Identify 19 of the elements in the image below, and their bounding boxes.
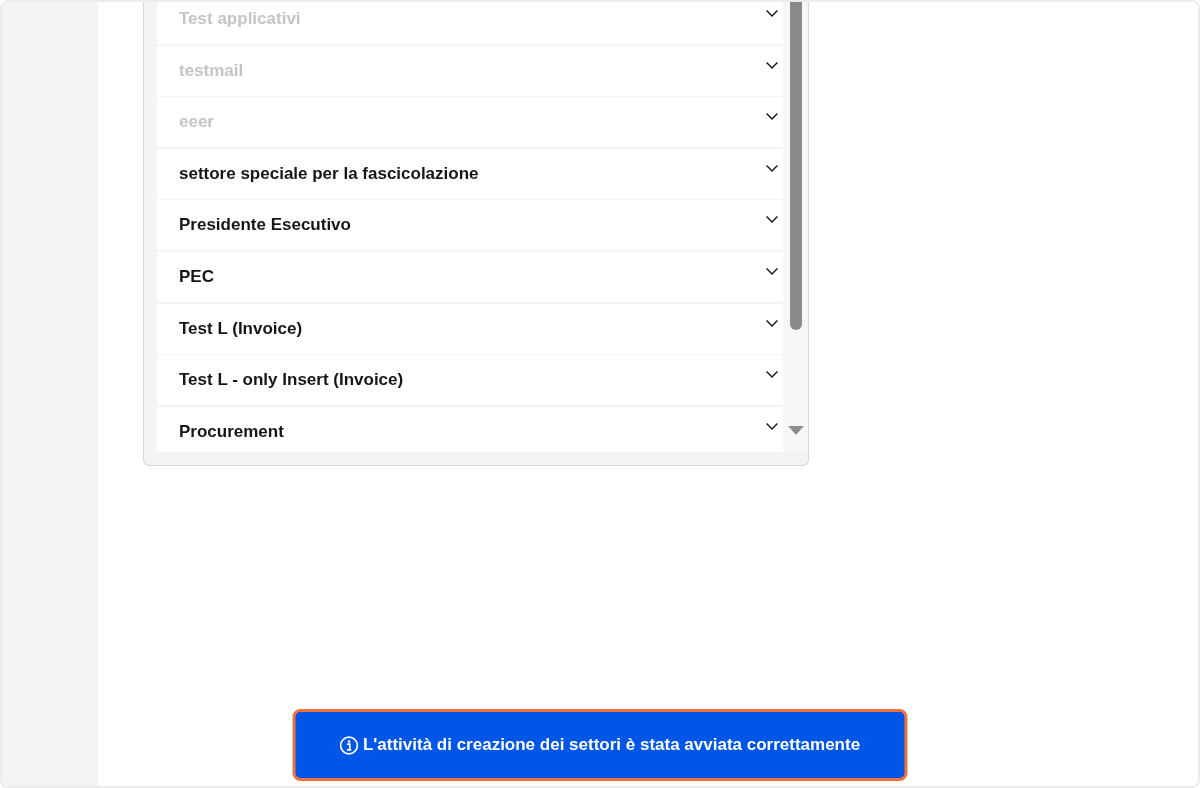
scrollbar-thumb[interactable] — [789, 2, 802, 330]
chevron-down-icon — [766, 371, 778, 379]
list-row[interactable]: PEC — [157, 251, 783, 302]
chevron-down-icon — [766, 267, 778, 275]
info-icon — [339, 735, 359, 755]
list-row[interactable]: settore speciale per la fascicolazione — [157, 148, 783, 199]
chevron-down-icon — [766, 422, 778, 430]
list-row[interactable]: Test L (Invoice) — [157, 303, 783, 354]
chevron-down-icon — [766, 319, 778, 327]
chevron-down-icon — [766, 113, 778, 121]
chevron-down-icon — [766, 61, 778, 69]
list-row[interactable]: Test L - only Insert (Invoice) — [157, 355, 783, 406]
chevron-down-icon — [766, 164, 778, 172]
scroll-down-arrow-icon[interactable] — [787, 426, 804, 435]
list-row[interactable]: Presidente Esecutivo — [157, 200, 783, 251]
toast-message: L'attività di creazione dei settori è stata avviata correttamente — [362, 735, 861, 755]
chevron-down-icon — [766, 216, 778, 224]
chevron-down-icon — [766, 10, 778, 17]
list-row[interactable]: Procurement — [157, 406, 783, 452]
